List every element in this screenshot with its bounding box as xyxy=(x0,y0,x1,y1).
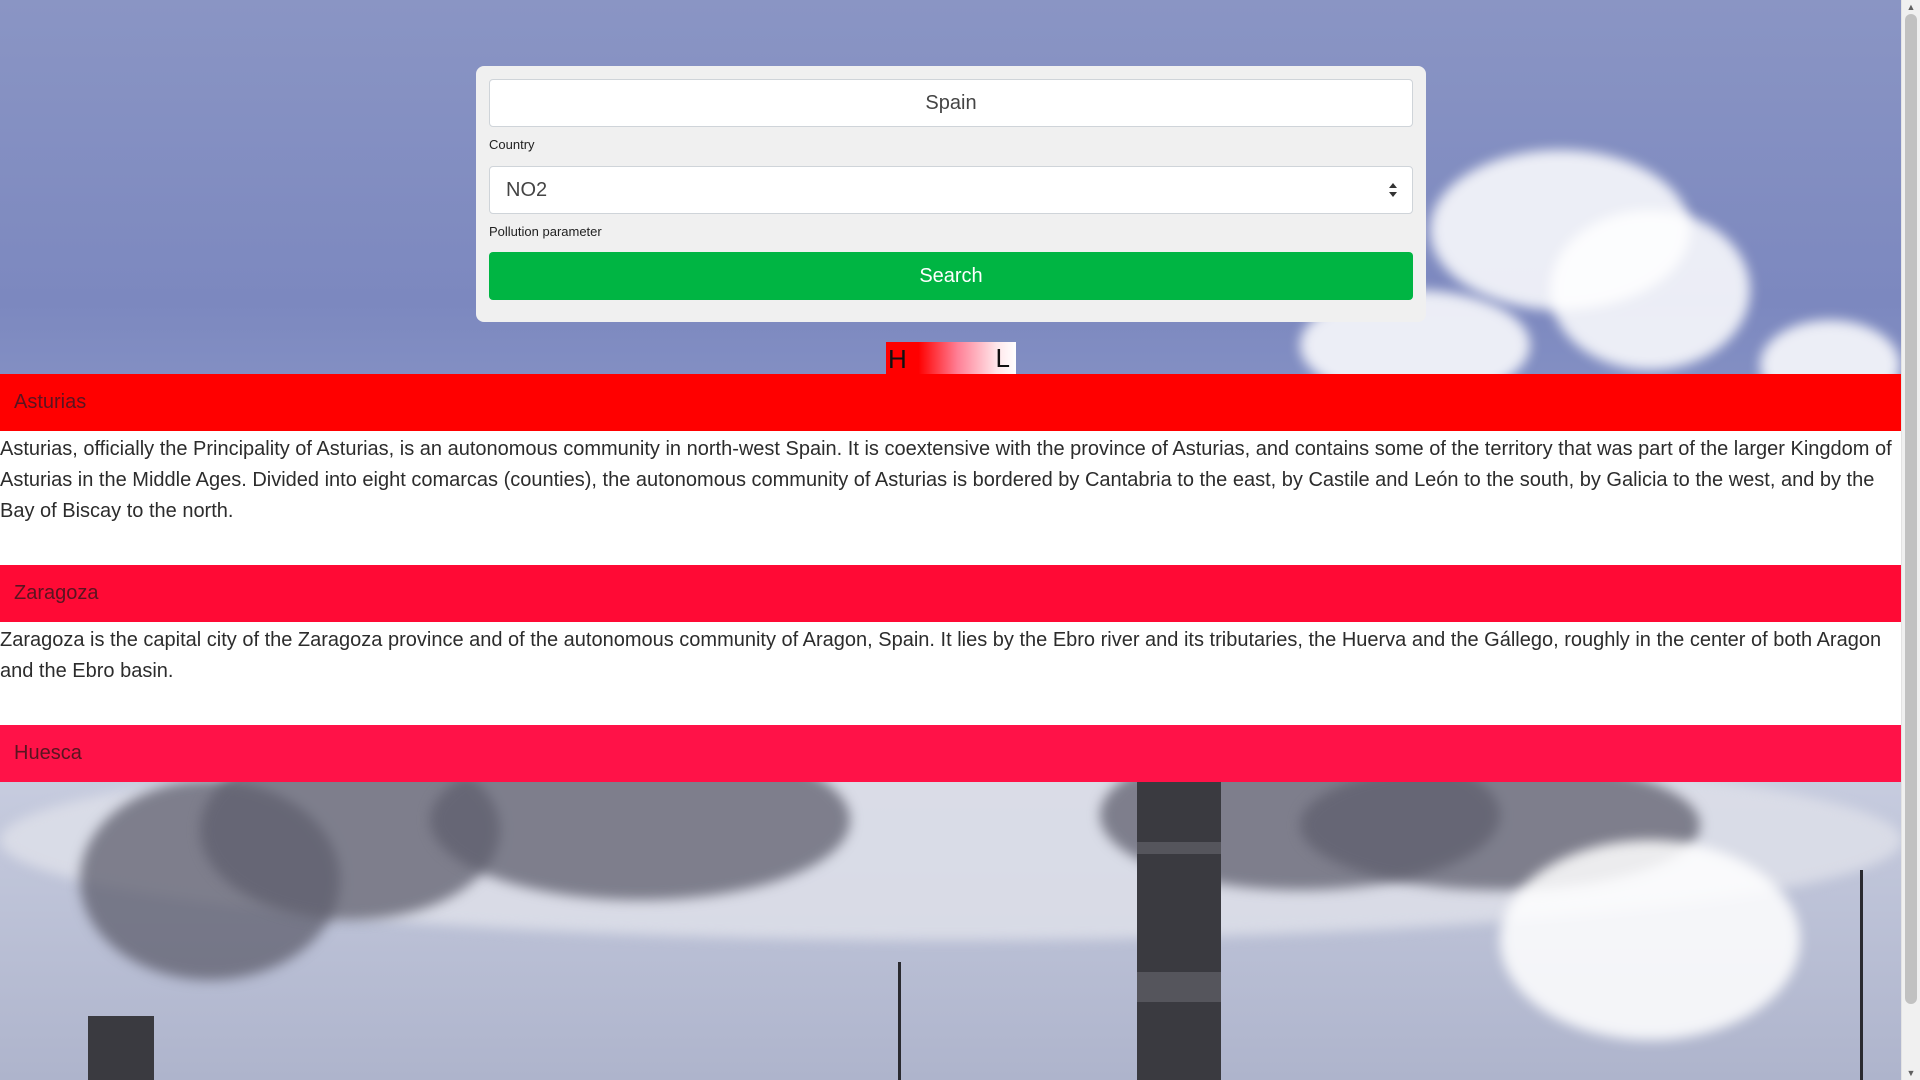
pollution-parameter-select[interactable]: NO2 xyxy=(489,166,1413,214)
region-header[interactable]: Asturias xyxy=(0,374,1902,431)
region-description: Asturias, officially the Principality of… xyxy=(0,431,1902,565)
antenna-mast xyxy=(898,962,901,1080)
pollution-legend: H L xyxy=(886,342,1016,374)
legend-high-label: H xyxy=(888,344,907,374)
results-list: Asturias Asturias, officially the Princi… xyxy=(0,374,1902,782)
legend-low-label: L xyxy=(995,343,1010,373)
pollution-parameter-label: Pollution parameter xyxy=(489,224,602,239)
region-header[interactable]: Zaragoza xyxy=(0,565,1902,622)
region-description: Zaragoza is the capital city of the Zara… xyxy=(0,622,1902,725)
page-scrollbar[interactable]: ▲ ▼ xyxy=(1901,0,1920,1080)
sort-arrows-icon xyxy=(1389,183,1397,197)
search-button[interactable]: Search xyxy=(489,252,1413,300)
smokestack xyxy=(1137,782,1221,1080)
triangle-up-icon[interactable]: ▲ xyxy=(1902,0,1920,14)
country-input[interactable]: Spain xyxy=(489,79,1413,127)
antenna-mast xyxy=(1860,870,1863,1080)
region-header[interactable]: Huesca xyxy=(0,725,1902,782)
scrollbar-thumb[interactable] xyxy=(1905,14,1917,1004)
search-panel: Spain Country NO2 Pollution parameter Se… xyxy=(476,66,1426,322)
smokestack xyxy=(88,1016,154,1080)
triangle-down-icon[interactable]: ▼ xyxy=(1902,1066,1920,1080)
country-label: Country xyxy=(489,137,535,152)
pollution-parameter-value: NO2 xyxy=(506,179,548,201)
